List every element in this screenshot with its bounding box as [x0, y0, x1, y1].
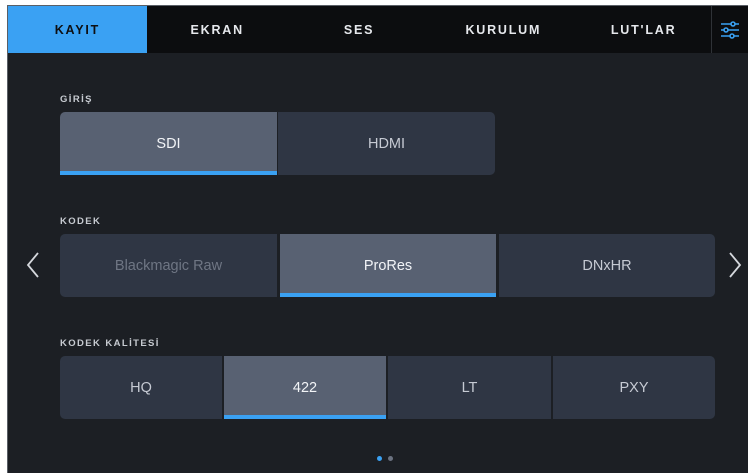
- tab-kayit[interactable]: KAYIT: [8, 6, 147, 53]
- codec-braw-button[interactable]: Blackmagic Raw: [60, 234, 277, 297]
- prev-page-button[interactable]: [26, 251, 40, 284]
- tab-ses[interactable]: SES: [288, 6, 431, 53]
- sliders-icon: [721, 20, 740, 39]
- chevron-right-icon: [729, 252, 742, 278]
- page-dot-1[interactable]: [377, 456, 382, 461]
- quality-hq-button[interactable]: HQ: [60, 356, 222, 419]
- codec-dnxhr-button[interactable]: DNxHR: [499, 234, 715, 297]
- codec-prores-button[interactable]: ProRes: [280, 234, 496, 297]
- tab-ekran[interactable]: EKRAN: [147, 6, 288, 53]
- section-label-codec: KODEK: [60, 216, 102, 227]
- quality-lt-button[interactable]: LT: [388, 356, 551, 419]
- input-sdi-button[interactable]: SDI: [60, 112, 277, 175]
- chevron-left-icon: [26, 252, 39, 278]
- quality-pxy-button[interactable]: PXY: [553, 356, 715, 419]
- input-hdmi-button[interactable]: HDMI: [278, 112, 495, 175]
- page-indicator: [377, 456, 393, 461]
- page-dot-2[interactable]: [388, 456, 393, 461]
- camera-menu-screen: KAYIT EKRAN SES KURULUM LUT'LAR GİRİŞ SD…: [7, 5, 748, 473]
- section-label-input: GİRİŞ: [60, 94, 93, 105]
- section-label-codec-quality: KODEK KALİTESİ: [60, 338, 160, 349]
- tab-luts[interactable]: LUT'LAR: [576, 6, 711, 53]
- tab-bar: KAYIT EKRAN SES KURULUM LUT'LAR: [8, 6, 748, 53]
- next-page-button[interactable]: [728, 251, 742, 284]
- tab-kurulum[interactable]: KURULUM: [430, 6, 576, 53]
- quality-422-button[interactable]: 422: [224, 356, 386, 419]
- settings-menu-button[interactable]: [711, 6, 748, 53]
